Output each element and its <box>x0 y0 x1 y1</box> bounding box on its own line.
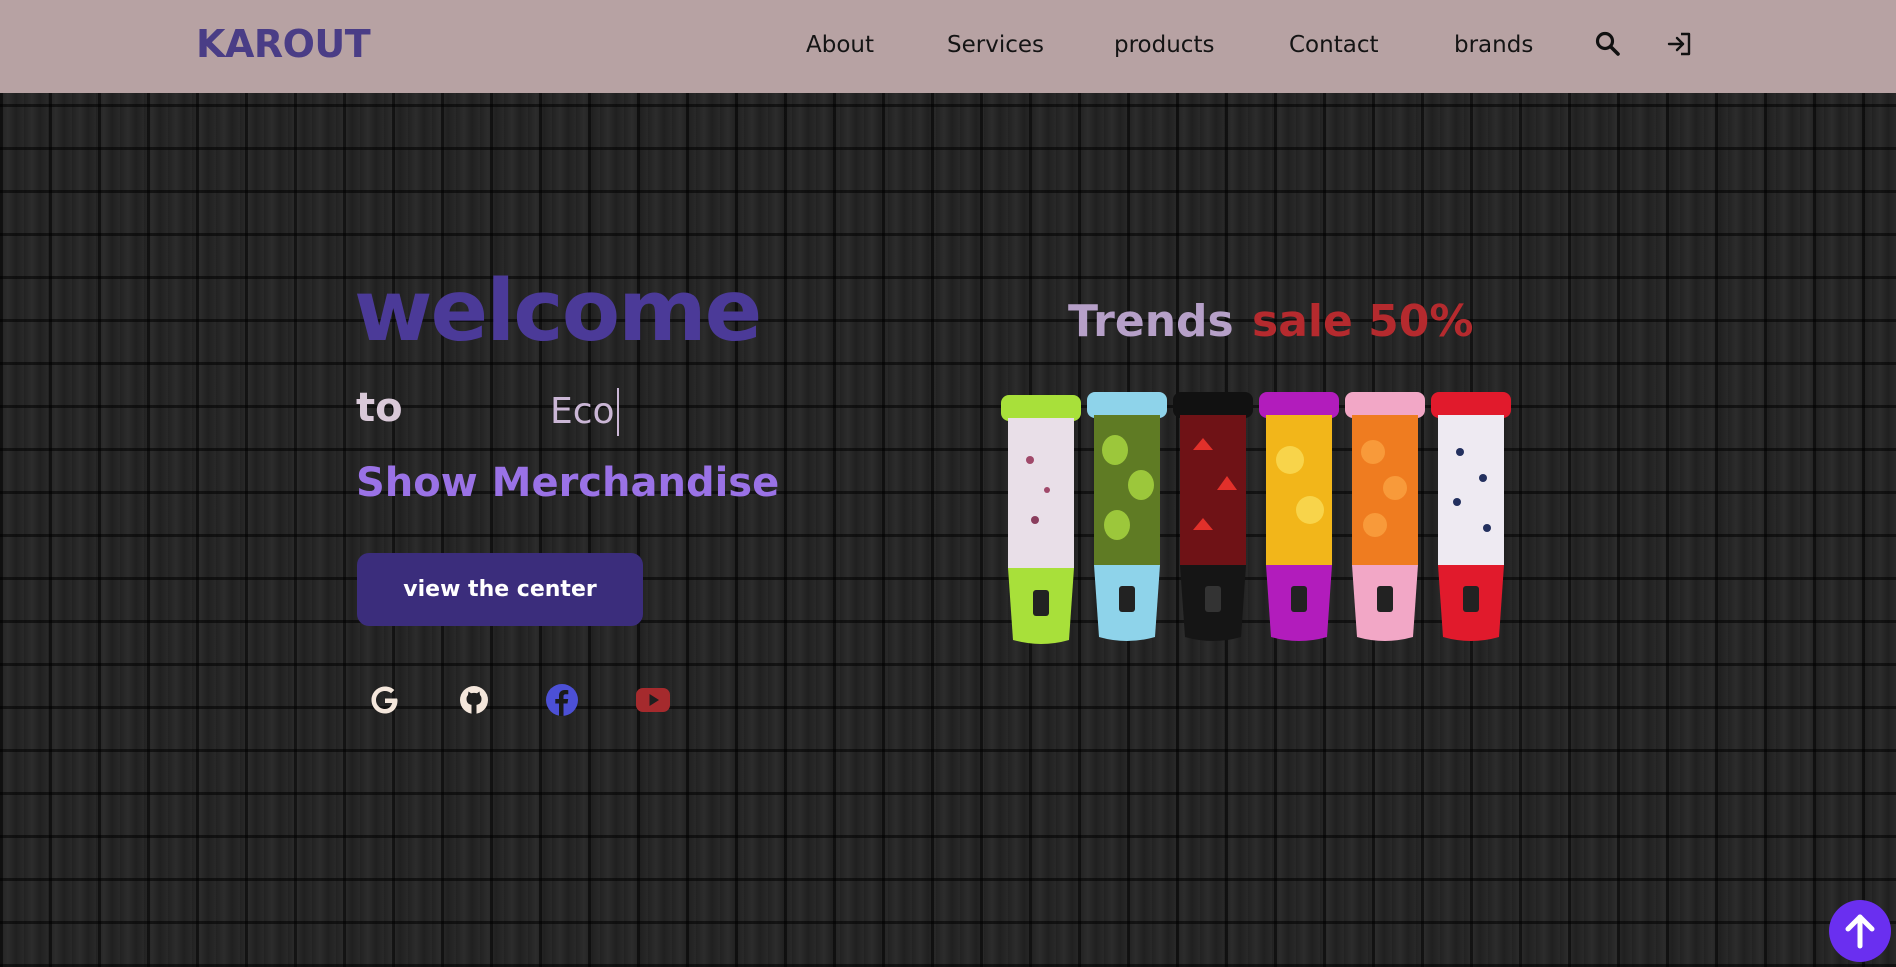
facebook-icon[interactable] <box>543 681 581 719</box>
github-icon[interactable] <box>455 681 493 719</box>
bottle-pink <box>1345 392 1425 641</box>
view-center-button[interactable]: view the center <box>357 553 643 626</box>
bottle-red <box>1431 392 1511 641</box>
bottle-black <box>1173 392 1253 641</box>
scroll-to-top-button[interactable] <box>1829 900 1891 962</box>
nav-link-about[interactable]: About <box>806 32 874 58</box>
search-icon[interactable] <box>1594 30 1622 58</box>
blender-bottles-image <box>1001 392 1511 644</box>
sign-in-icon[interactable] <box>1666 30 1694 58</box>
hero-welcome-heading: welcome <box>354 262 762 361</box>
arrow-up-icon <box>1845 914 1875 949</box>
bottle-blue <box>1087 392 1167 641</box>
nav-link-contact[interactable]: Contact <box>1289 32 1378 58</box>
youtube-icon[interactable] <box>634 681 672 719</box>
google-icon[interactable] <box>366 681 404 719</box>
site-logo[interactable]: KAROUT <box>196 22 371 66</box>
hero-to-text: to <box>356 385 403 431</box>
bottle-green <box>1001 395 1081 644</box>
hero-typing-text: Eco <box>550 388 619 436</box>
navbar: KAROUT About Services products Contact b… <box>0 0 1896 93</box>
nav-link-services[interactable]: Services <box>947 32 1044 58</box>
bottle-purple <box>1259 392 1339 641</box>
trends-heading: Trends <box>1068 296 1234 347</box>
sale-label: sale 50% <box>1252 296 1474 347</box>
nav-link-products[interactable]: products <box>1114 32 1214 58</box>
hero-subtitle: Show Merchandise <box>356 460 780 506</box>
nav-link-brands[interactable]: brands <box>1454 32 1533 58</box>
